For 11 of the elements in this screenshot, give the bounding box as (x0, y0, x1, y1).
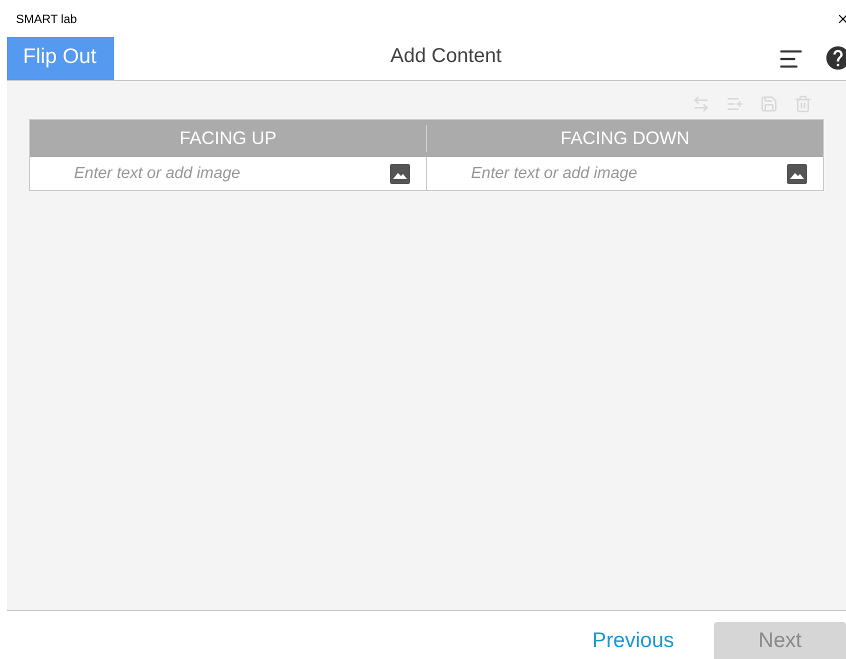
app-tab[interactable]: Flip Out (7, 37, 114, 80)
text-field[interactable]: Enter text or add image (74, 162, 390, 186)
column-header: FACING UP (178, 127, 278, 150)
image-icon[interactable] (390, 164, 410, 184)
text-field[interactable]: Enter text or add image (471, 162, 787, 186)
column-header: FACING DOWN (426, 125, 823, 152)
page-title: Add Content (390, 44, 502, 69)
image-icon[interactable] (787, 164, 807, 184)
window-title: SMART lab (16, 10, 77, 28)
help-icon[interactable] (824, 44, 846, 72)
previous-button[interactable]: Previous (588, 622, 678, 659)
